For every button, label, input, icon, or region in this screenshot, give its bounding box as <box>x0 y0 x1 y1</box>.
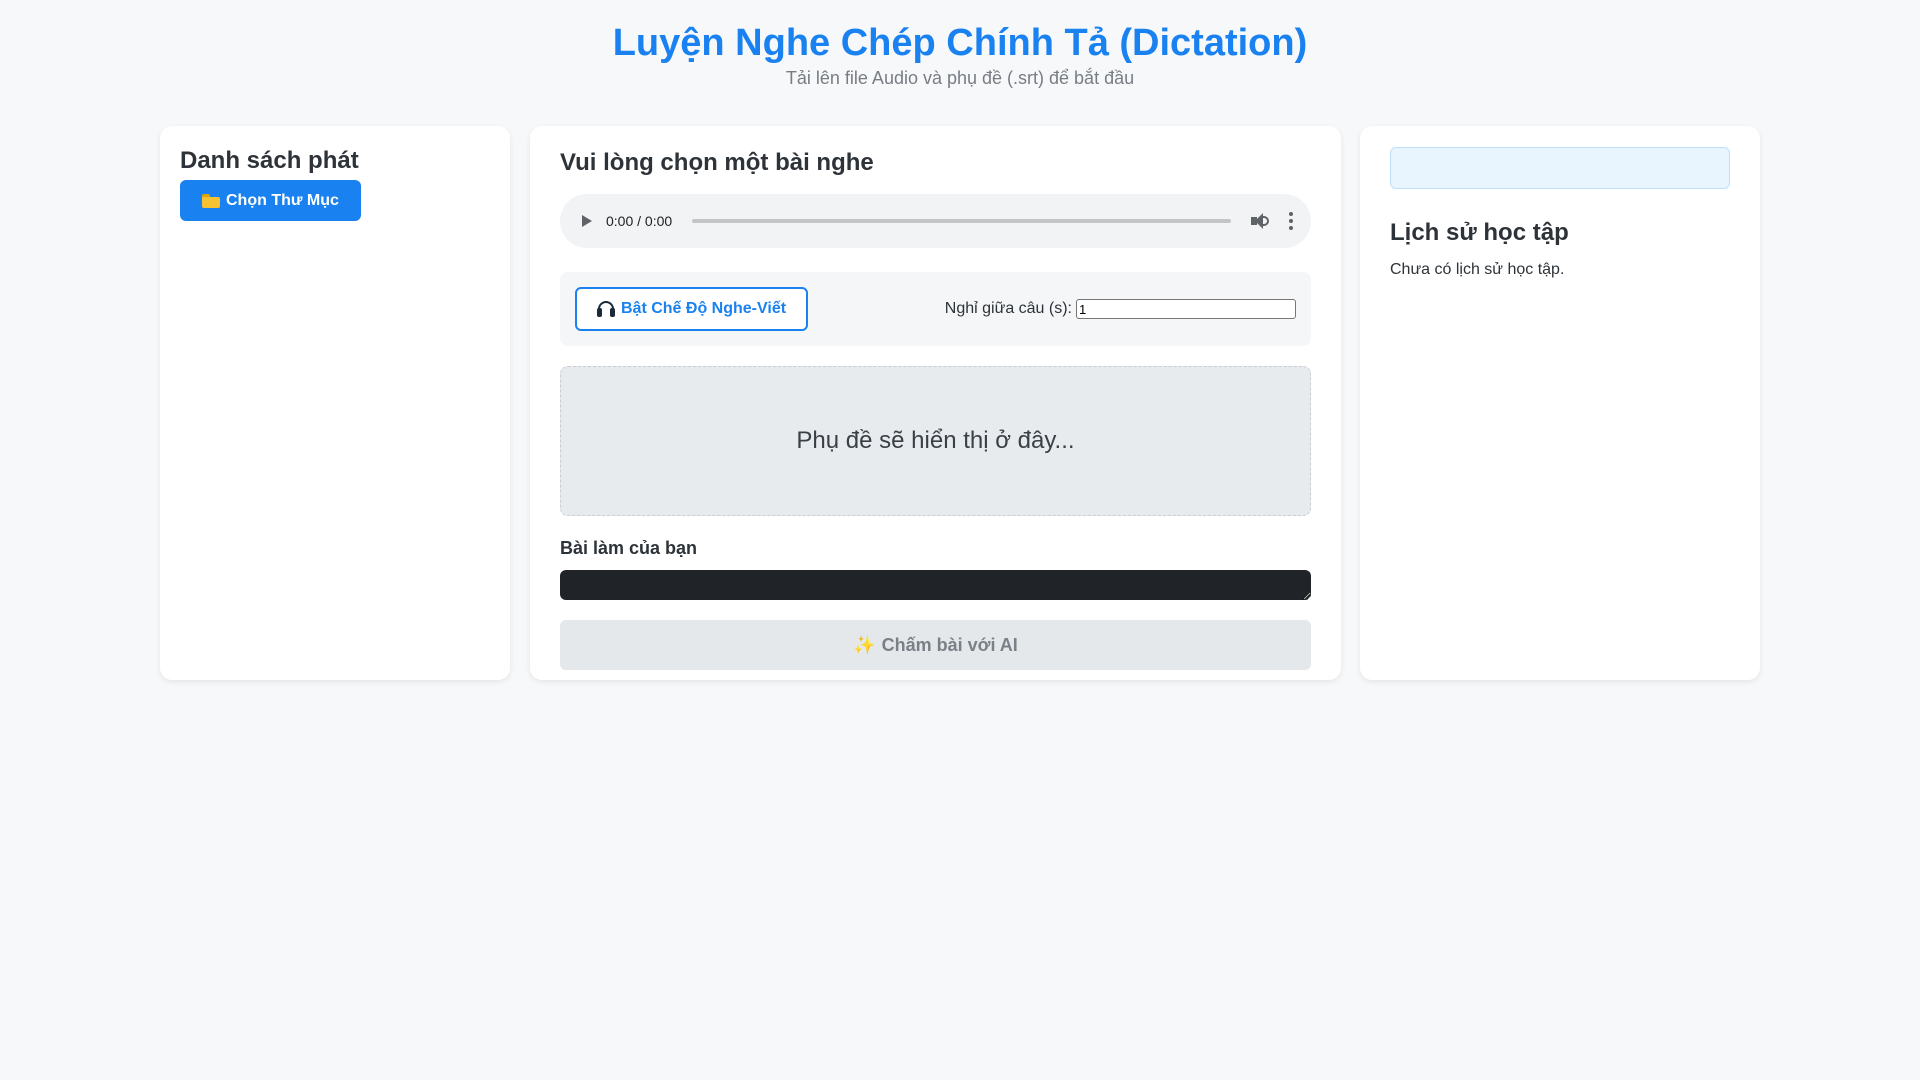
answer-input[interactable] <box>560 570 1311 600</box>
info-box <box>1390 147 1730 189</box>
playlist-panel: Danh sách phát Chọn Thư Mục <box>160 126 510 680</box>
folder-icon <box>202 193 220 208</box>
page-header: Luyện Nghe Chép Chính Tả (Dictation) Tải… <box>0 0 1920 88</box>
choose-folder-button[interactable]: Chọn Thư Mục <box>180 180 361 221</box>
sparkle-icon: ✨ <box>853 634 876 655</box>
subtitle-placeholder: Phụ đề sẽ hiển thị ở đây... <box>796 427 1075 454</box>
main-columns: Danh sách phát Chọn Thư Mục Vui lòng chọ… <box>0 126 1920 680</box>
grade-ai-label: Chấm bài với AI <box>881 634 1018 655</box>
pause-label: Nghỉ giữa câu (s): <box>944 300 1072 317</box>
dictation-mode-label: Bật Chế Độ Nghe-Viết <box>621 300 787 317</box>
history-panel: Lịch sử học tập Chưa có lịch sử học tập. <box>1360 126 1760 680</box>
history-heading: Lịch sử học tập <box>1390 219 1569 246</box>
audio-progress-slider[interactable] <box>692 219 1231 223</box>
audio-time: 0:00 / 0:00 <box>606 213 673 229</box>
history-empty-text: Chưa có lịch sử học tập. <box>1390 261 1565 278</box>
page-subtitle: Tải lên file Audio và phụ đề (.srt) để b… <box>785 68 1135 88</box>
work-label: Bài làm của bạn <box>560 538 698 558</box>
audio-player[interactable]: 0:00 / 0:00 <box>560 194 1311 248</box>
lesson-panel: Vui lòng chọn một bài nghe 0:00 / 0:00 B… <box>530 126 1341 680</box>
play-icon[interactable] <box>582 215 592 227</box>
subtitle-display: Phụ đề sẽ hiển thị ở đây... <box>560 366 1311 516</box>
lesson-heading: Vui lòng chọn một bài nghe <box>560 149 874 176</box>
dictation-mode-button[interactable]: Bật Chế Độ Nghe-Viết <box>575 287 809 331</box>
volume-icon[interactable] <box>1251 213 1271 229</box>
playlist-heading: Danh sách phát <box>180 147 359 174</box>
headphones-icon <box>597 301 615 317</box>
control-bar: Bật Chế Độ Nghe-Viết Nghỉ giữa câu (s): <box>560 272 1311 346</box>
grade-ai-button[interactable]: ✨ Chấm bài với AI <box>560 620 1311 670</box>
pause-setting: Nghỉ giữa câu (s): <box>945 299 1296 319</box>
pause-seconds-input[interactable] <box>1076 299 1296 319</box>
page-title: Luyện Nghe Chép Chính Tả (Dictation) <box>612 22 1308 64</box>
more-options-icon[interactable] <box>1289 212 1293 230</box>
choose-folder-label: Chọn Thư Mục <box>226 191 339 209</box>
